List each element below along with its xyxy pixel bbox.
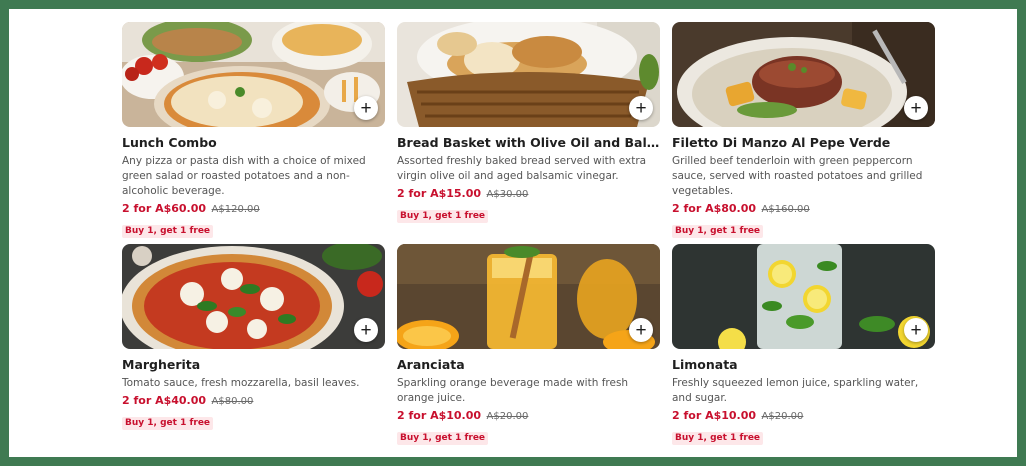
- original-price: A$20.00: [486, 411, 529, 422]
- item-price: 2 for A$10.00: [672, 409, 757, 422]
- price-row: 2 for A$80.00 A$160.00: [672, 201, 935, 218]
- add-to-cart-button[interactable]: +: [904, 96, 928, 120]
- menu-item-card[interactable]: + Aranciata Sparkling orange beverage ma…: [397, 244, 660, 445]
- item-name: Bread Basket with Olive Oil and Balsamic…: [397, 135, 660, 150]
- item-name: Aranciata: [397, 357, 465, 372]
- item-description: Tomato sauce, fresh mozzarella, basil le…: [122, 377, 360, 389]
- original-price: A$20.00: [761, 411, 804, 422]
- add-to-cart-button[interactable]: +: [629, 96, 653, 120]
- margherita-pizza-image: [122, 244, 385, 349]
- price-row: 2 for A$10.00 A$20.00: [672, 408, 935, 425]
- promo-badge: Buy 1, get 1 free: [122, 417, 214, 430]
- item-description: Grilled beef tenderloin with green peppe…: [672, 155, 923, 197]
- price-row: 2 for A$15.00 A$30.00: [397, 186, 660, 203]
- item-description: Freshly squeezed lemon juice, sparkling …: [672, 377, 919, 404]
- promo-badge: Buy 1, get 1 free: [122, 225, 214, 238]
- menu-item-card[interactable]: + Limonata Freshly squeezed lemon juice,…: [672, 244, 935, 445]
- pizza-fries-salad-image: [122, 22, 385, 127]
- food-image[interactable]: +: [672, 244, 935, 349]
- price-row: 2 for A$40.00 A$80.00: [122, 393, 385, 410]
- item-name: Filetto Di Manzo Al Pepe Verde: [672, 135, 891, 150]
- plus-icon: +: [910, 97, 922, 119]
- menu-item-card[interactable]: + Lunch Combo Any pizza or pasta dish wi…: [122, 22, 385, 238]
- promo-badge: Buy 1, get 1 free: [397, 432, 489, 445]
- item-price: 2 for A$15.00: [397, 187, 482, 200]
- bread-basket-image: [397, 22, 660, 127]
- beef-tenderloin-image: [672, 22, 935, 127]
- plus-icon: +: [360, 319, 372, 341]
- price-row: 2 for A$60.00 A$120.00: [122, 201, 385, 218]
- add-to-cart-button[interactable]: +: [904, 318, 928, 342]
- item-description: Sparkling orange beverage made with fres…: [397, 377, 629, 404]
- item-name: Margherita: [122, 357, 201, 372]
- price-row: 2 for A$10.00 A$20.00: [397, 408, 660, 425]
- add-to-cart-button[interactable]: +: [629, 318, 653, 342]
- plus-icon: +: [635, 97, 647, 119]
- lemonade-image: [672, 244, 935, 349]
- food-image[interactable]: +: [397, 22, 660, 127]
- food-image[interactable]: +: [397, 244, 660, 349]
- original-price: A$160.00: [761, 204, 810, 215]
- plus-icon: +: [360, 97, 372, 119]
- add-to-cart-button[interactable]: +: [354, 96, 378, 120]
- food-image[interactable]: +: [122, 22, 385, 127]
- promo-badge: Buy 1, get 1 free: [397, 210, 489, 223]
- original-price: A$80.00: [211, 396, 254, 407]
- item-name: Limonata: [672, 357, 738, 372]
- orange-drink-image: [397, 244, 660, 349]
- item-price: 2 for A$10.00: [397, 409, 482, 422]
- plus-icon: +: [910, 319, 922, 341]
- food-image[interactable]: +: [122, 244, 385, 349]
- food-image[interactable]: +: [672, 22, 935, 127]
- item-price: 2 for A$80.00: [672, 202, 757, 215]
- menu-item-card[interactable]: + Filetto Di Manzo Al Pepe Verde Grilled…: [672, 22, 935, 238]
- original-price: A$30.00: [486, 189, 529, 200]
- add-to-cart-button[interactable]: +: [354, 318, 378, 342]
- item-name: Lunch Combo: [122, 135, 217, 150]
- item-description: Assorted freshly baked bread served with…: [397, 155, 647, 182]
- original-price: A$120.00: [211, 204, 260, 215]
- menu-item-card[interactable]: + Margherita Tomato sauce, fresh mozzare…: [122, 244, 385, 430]
- page-frame: + Lunch Combo Any pizza or pasta dish wi…: [9, 9, 1017, 457]
- item-price: 2 for A$40.00: [122, 394, 207, 407]
- promo-badge: Buy 1, get 1 free: [672, 432, 764, 445]
- plus-icon: +: [635, 319, 647, 341]
- promo-badge: Buy 1, get 1 free: [672, 225, 764, 238]
- menu-item-card[interactable]: + Bread Basket with Olive Oil and Balsam…: [397, 22, 660, 223]
- item-description: Any pizza or pasta dish with a choice of…: [122, 155, 366, 197]
- item-price: 2 for A$60.00: [122, 202, 207, 215]
